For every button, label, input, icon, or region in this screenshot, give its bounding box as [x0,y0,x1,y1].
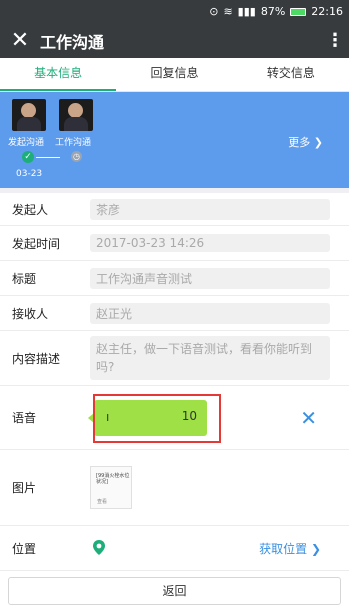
field-label: 发起时间 [12,236,61,251]
get-location-link[interactable]: 获取位置 ❯ [259,540,321,557]
row-receiver: 接收人 赵正光 [0,296,349,331]
row-start-time: 发起时间 2017-03-23 14:26 [0,226,349,261]
status-bar: ⊙ ≋ ▮▮▮ 87% 22:16 [0,0,349,23]
avatar-initiator[interactable] [12,99,46,131]
field-label: 图片 [12,481,37,495]
check-icon: ✓ [22,151,34,163]
location-pin-icon[interactable] [90,539,108,557]
more-label: 更多 [288,136,311,149]
description-value: 赵主任，做一下语音测试，看看你能听到吗? [90,336,330,380]
row-subject: 标题 工作沟通声音测试 [0,261,349,296]
image-thumbnail[interactable]: [99消火栓水位状况] 查看 [90,466,132,509]
battery-icon [290,7,307,16]
flow-person-name: 发起沟通 [8,138,45,148]
field-label: 内容描述 [12,351,61,366]
field-label: 接收人 [12,306,49,321]
clock-icon: ◷ [71,151,82,162]
field-label: 位置 [12,541,37,556]
tab-reply-info[interactable]: 回复信息 [116,58,232,91]
avatar-communicator[interactable] [59,99,93,131]
voice-highlight-box [93,394,221,443]
tab-transfer-info[interactable]: 转交信息 [233,58,349,91]
flow-panel: 发起沟通 工作沟通 ✓ ◷ 03-23 更多 ❯ [0,92,349,188]
row-description: 内容描述 赵主任，做一下语音测试，看看你能听到吗? [0,331,349,386]
close-icon[interactable]: ✕ [0,29,40,52]
signal-icon: ▮▮▮ [237,5,256,18]
chevron-right-icon: ❯ [307,541,321,556]
flow-connector [36,157,60,158]
flow-date: 03-23 [16,169,43,179]
detail-form: 发起人 茶彦 发起时间 2017-03-23 14:26 标题 工作沟通声音测试… [0,193,349,571]
chevron-right-icon: ❯ [310,136,323,149]
app-bar: ✕ 工作沟通 ⋮ [0,23,349,58]
clock-time: 22:16 [311,5,343,18]
back-button[interactable]: 返回 [8,577,341,605]
location-icon: ⊙ [209,5,219,18]
initiator-value: 茶彦 [90,198,330,220]
receiver-value: 赵正光 [90,302,330,324]
field-label: 标题 [12,271,37,286]
wifi-icon: ≋ [223,5,233,18]
flow-person-name: 工作沟通 [55,138,92,148]
thumb-title: [99消火栓水位状况] [96,473,130,485]
row-image: 图片 [99消火栓水位状况] 查看 [0,450,349,526]
tab-basic-info[interactable]: 基本信息 [0,58,117,91]
start-time-value: 2017-03-23 14:26 [90,234,330,252]
thumb-footer: 查看 [97,499,108,505]
more-link[interactable]: 更多 ❯ [288,134,323,150]
field-label: 发起人 [12,202,49,217]
kebab-menu-icon[interactable]: ⋮ [321,30,349,51]
battery-percent: 87% [260,5,286,18]
field-label: 语音 [12,411,37,425]
subject-value: 工作沟通声音测试 [90,267,330,289]
delete-x-icon[interactable]: ✕ [300,406,317,430]
page-title: 工作沟通 [40,32,105,52]
bottom-bar: 返回 [0,571,349,611]
tab-bar: 基本信息 回复信息 转交信息 [0,58,349,92]
row-initiator: 发起人 茶彦 [0,193,349,226]
row-location: 位置 获取位置 ❯ [0,526,349,571]
get-location-label: 获取位置 [259,541,308,556]
